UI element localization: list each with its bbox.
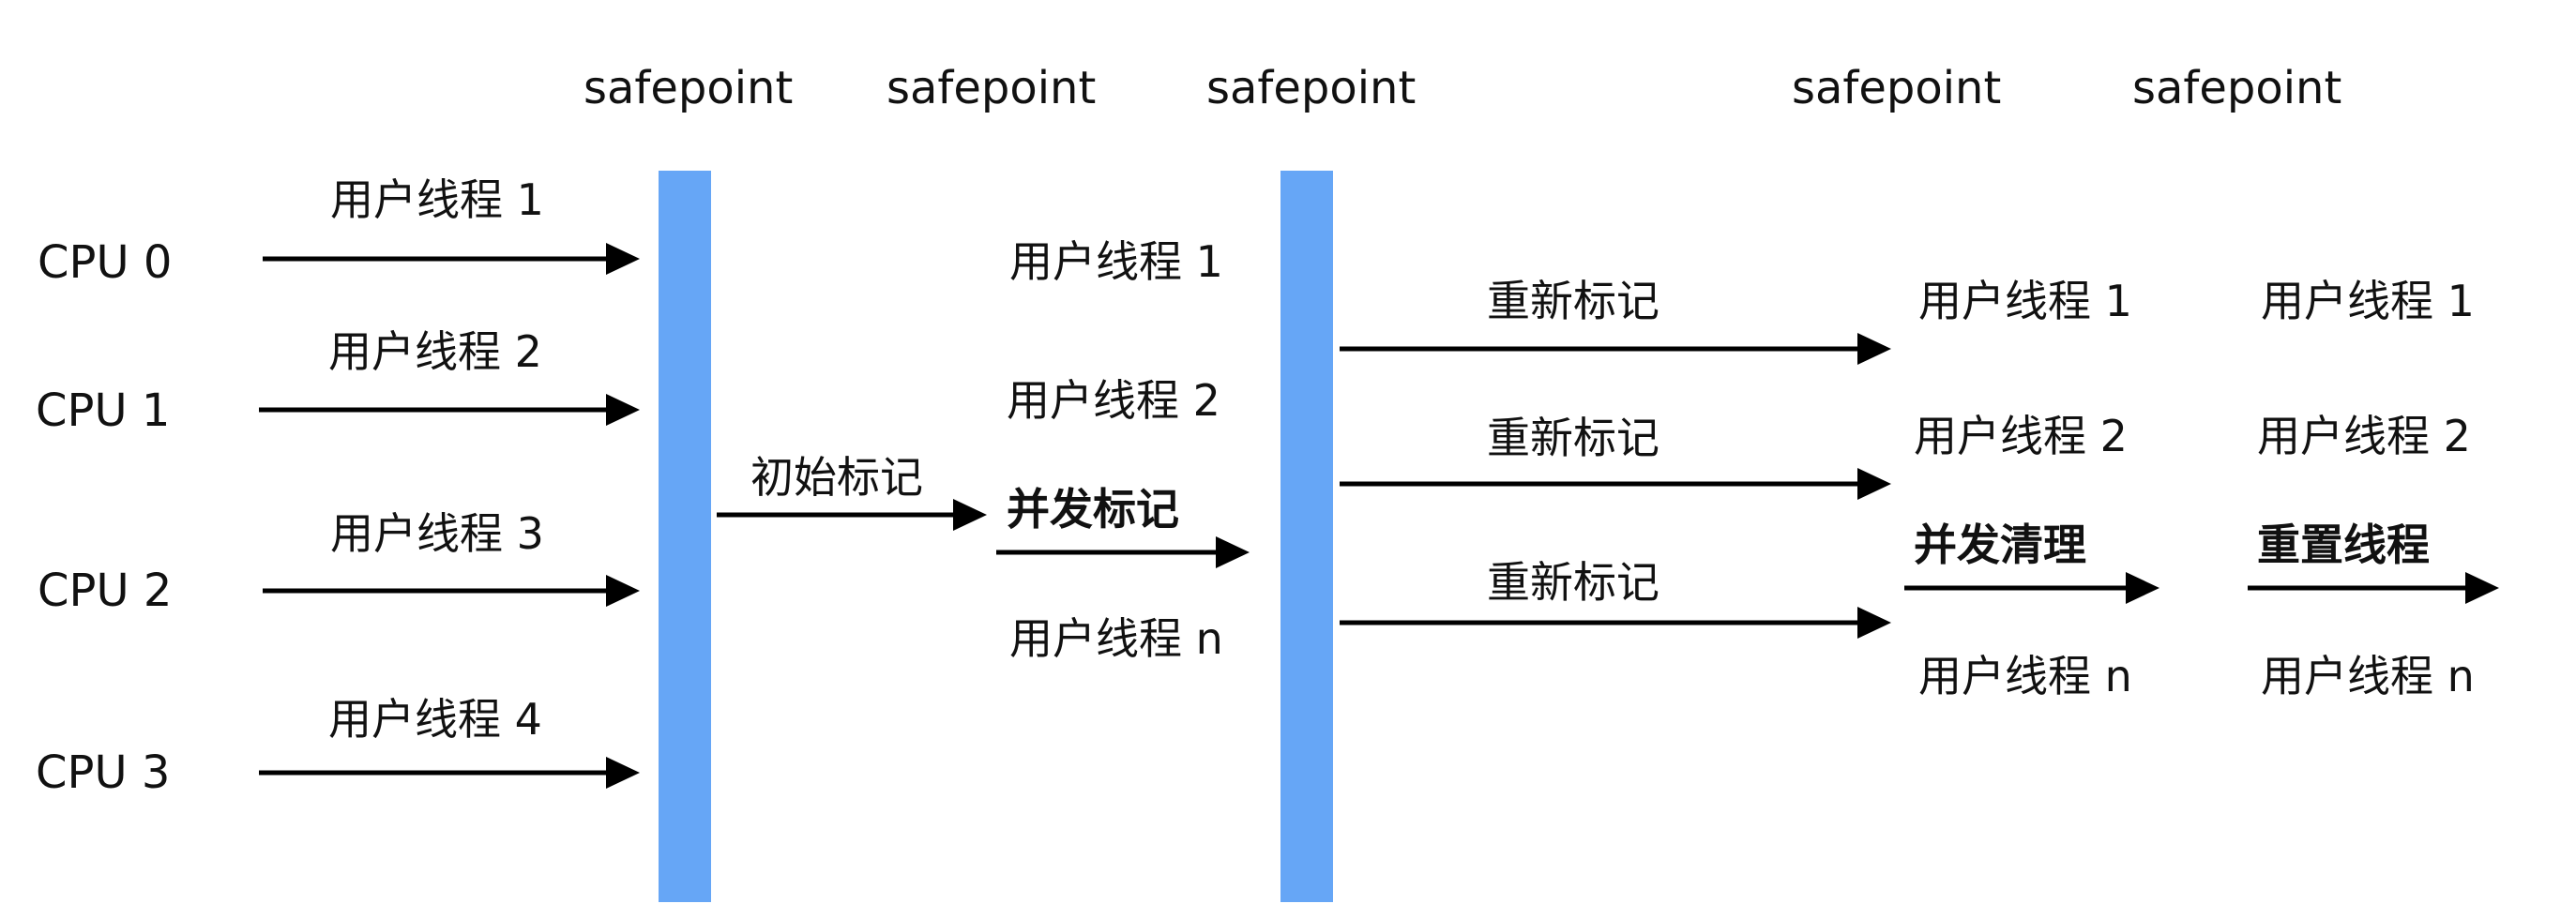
arrow-reset-threads <box>2248 572 2499 604</box>
arrow-concurrent-sweep <box>1904 572 2159 604</box>
arrow-cpu-3 <box>259 757 640 789</box>
arrow-cpu-1 <box>259 394 640 426</box>
arrow-concurrent-mark <box>996 536 1250 568</box>
arrow-remark-1 <box>1340 333 1891 365</box>
arrow-remark-2 <box>1340 468 1891 500</box>
arrow-cpu-2 <box>263 575 640 607</box>
arrow-cpu-0 <box>263 243 640 275</box>
arrow-initial-mark <box>717 499 987 531</box>
arrow-layer <box>259 243 2499 789</box>
arrow-remark-3 <box>1340 607 1891 639</box>
